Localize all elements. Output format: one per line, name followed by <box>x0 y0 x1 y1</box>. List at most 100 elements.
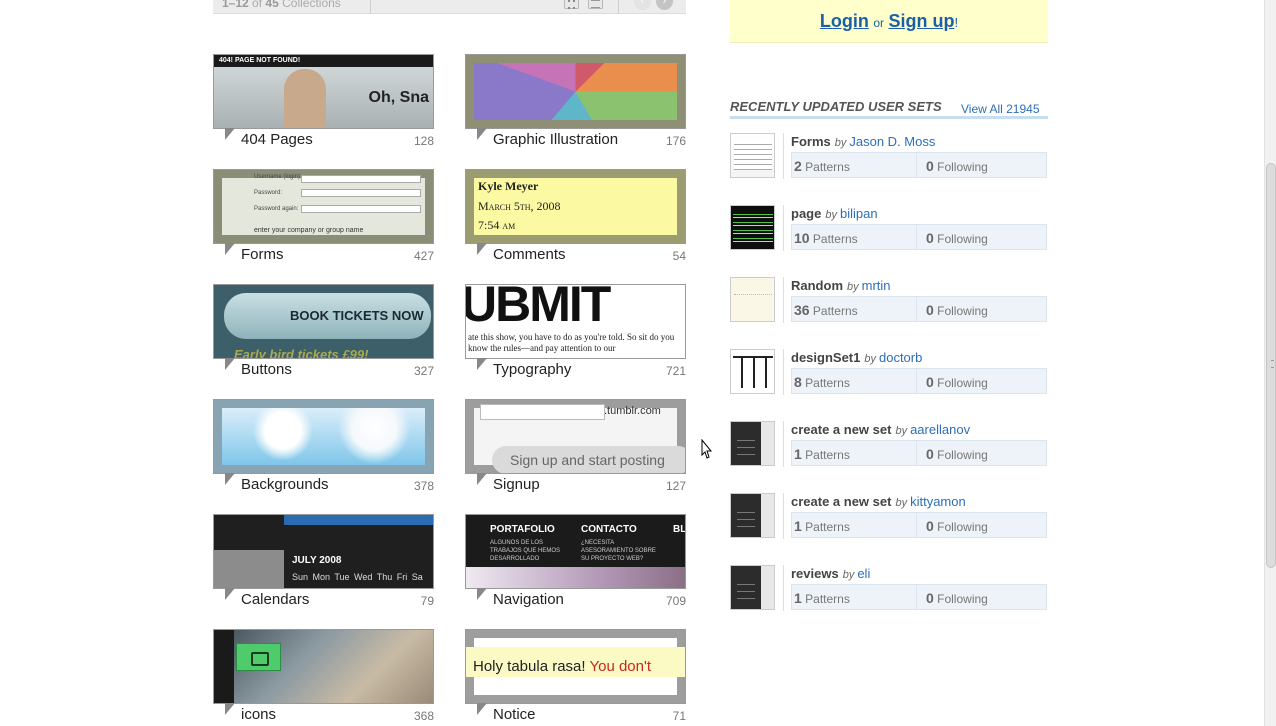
scrollbar-thumb[interactable] <box>1266 163 1276 568</box>
set-thumbnail[interactable] <box>730 205 775 250</box>
login-link[interactable]: Login <box>820 11 869 31</box>
collection-count: 79 <box>420 594 434 608</box>
collection-thumbnail[interactable]: PORTAFOLIO CONTACTO BL ALGUNOS DE LOS TR… <box>465 514 686 589</box>
total-text: 45 <box>265 0 279 10</box>
collection-label[interactable]: Backgrounds <box>241 476 329 493</box>
collection-thumbnail[interactable]: Kyle Meyer March 5th, 2008 7:54 am <box>465 169 686 244</box>
set-divider <box>783 349 784 395</box>
collection-card-backgrounds[interactable]: Backgrounds 378 <box>213 399 434 494</box>
patterns-stat[interactable]: 36 Patterns <box>794 302 858 318</box>
set-name-link[interactable]: Forms <box>791 134 831 149</box>
collection-label[interactable]: Navigation <box>493 591 564 608</box>
set-thumbnail[interactable] <box>730 349 775 394</box>
user-set-item[interactable]: reviews by eli 1 Patterns 0 Following <box>730 565 1048 611</box>
set-thumbnail[interactable] <box>730 421 775 466</box>
set-thumbnail[interactable] <box>730 493 775 538</box>
collection-card-graphic-illustration[interactable]: Graphic Illustration 176 <box>465 54 686 149</box>
patterns-stat[interactable]: 10 Patterns <box>794 230 858 246</box>
patterns-count: 1 <box>794 446 802 462</box>
thumb-text: Password again: <box>254 206 299 212</box>
user-set-item[interactable]: designSet1 by doctorb 8 Patterns 0 Followi… <box>730 349 1048 395</box>
collection-label[interactable]: Comments <box>493 246 566 263</box>
set-name-link[interactable]: Random <box>791 278 843 293</box>
following-label: Following <box>937 232 988 246</box>
set-author-link[interactable]: doctorb <box>879 350 922 365</box>
chevron-right-icon[interactable]: › <box>656 0 673 10</box>
chevron-left-icon[interactable]: ‹ <box>634 0 651 10</box>
speech-tail-icon <box>477 243 487 255</box>
patterns-stat[interactable]: 2 Patterns <box>794 158 850 174</box>
set-thumbnail[interactable] <box>730 277 775 322</box>
collection-card-icons[interactable]: icons 368 <box>213 629 434 724</box>
following-stat[interactable]: 0 Following <box>926 158 988 174</box>
collection-label[interactable]: Forms <box>241 246 284 263</box>
user-set-item[interactable]: create a new set by kittyamon 1 Patterns 0… <box>730 493 1048 539</box>
collection-thumbnail[interactable] <box>213 629 434 704</box>
collection-label[interactable]: Notice <box>493 706 536 723</box>
collection-thumbnail[interactable]: 404! PAGE NOT FOUND! Oh, Sna <box>213 54 434 129</box>
collection-thumbnail[interactable]: .tumblr.com Sign up and start posting <box>465 399 686 474</box>
collection-label[interactable]: Buttons <box>241 361 292 378</box>
set-name-link[interactable]: create a new set <box>791 422 891 437</box>
collection-label[interactable]: Typography <box>493 361 571 378</box>
collection-label[interactable]: Signup <box>493 476 540 493</box>
set-name-link[interactable]: page <box>791 206 821 221</box>
patterns-stat[interactable]: 1 Patterns <box>794 590 850 606</box>
grid-view-icon[interactable] <box>564 0 579 9</box>
following-stat[interactable]: 0 Following <box>926 302 988 318</box>
set-author-link[interactable]: mrtin <box>862 278 891 293</box>
following-stat[interactable]: 0 Following <box>926 518 988 534</box>
collection-card-calendars[interactable]: JULY 2008 Sun Mon Tue Wed Thu Fri Sa Cal… <box>213 514 434 609</box>
set-name-link[interactable]: designSet1 <box>791 350 860 365</box>
set-thumbnail[interactable] <box>730 565 775 610</box>
following-stat[interactable]: 0 Following <box>926 446 988 462</box>
collection-thumbnail[interactable]: UBMIT ate this show, you have to do as y… <box>465 284 686 359</box>
list-view-icon[interactable] <box>588 0 603 9</box>
collection-card-forms[interactable]: Username (login): Password: Password aga… <box>213 169 434 264</box>
following-stat[interactable]: 0 Following <box>926 590 988 606</box>
collection-count: 128 <box>413 134 434 148</box>
collection-thumbnail[interactable]: JULY 2008 Sun Mon Tue Wed Thu Fri Sa <box>213 514 434 589</box>
collections-count: 1–12 of 45 Collections <box>222 0 341 10</box>
exclamation-text: ! <box>954 15 959 30</box>
signup-link[interactable]: Sign up <box>888 11 954 31</box>
collection-thumbnail[interactable]: BOOK TICKETS NOW Early bird tickets £99! <box>213 284 434 359</box>
collection-label[interactable]: 404 Pages <box>241 131 313 148</box>
set-author-link[interactable]: aarellanov <box>910 422 970 437</box>
set-author-link[interactable]: Jason D. Moss <box>849 134 935 149</box>
set-author-link[interactable]: bilipan <box>840 206 878 221</box>
collection-card-comments[interactable]: Kyle Meyer March 5th, 2008 7:54 am Comme… <box>465 169 686 264</box>
user-set-item[interactable]: Forms by Jason D. Moss 2 Patterns 0 Follow… <box>730 133 1048 179</box>
collection-thumbnail[interactable]: Holy tabula rasa! You don't <box>465 629 686 704</box>
user-set-item[interactable]: create a new set by aarellanov 1 Patterns … <box>730 421 1048 467</box>
following-label: Following <box>937 160 988 174</box>
collection-thumbnail[interactable] <box>213 399 434 474</box>
collection-card-buttons[interactable]: BOOK TICKETS NOW Early bird tickets £99!… <box>213 284 434 379</box>
toolbar-divider <box>618 0 619 14</box>
patterns-stat[interactable]: 1 Patterns <box>794 446 850 462</box>
collection-label[interactable]: Graphic Illustration <box>493 131 618 148</box>
vertical-scrollbar[interactable] <box>1264 0 1276 726</box>
collection-card-signup[interactable]: .tumblr.com Sign up and start posting Si… <box>465 399 686 494</box>
set-name-link[interactable]: reviews <box>791 566 839 581</box>
set-author-link[interactable]: eli <box>857 566 870 581</box>
collection-card-404-pages[interactable]: 404! PAGE NOT FOUND! Oh, Sna 404 Pages 1… <box>213 54 434 149</box>
user-set-item[interactable]: page by bilipan 10 Patterns 0 Following <box>730 205 1048 251</box>
patterns-stat[interactable]: 1 Patterns <box>794 518 850 534</box>
collection-label[interactable]: icons <box>241 706 276 723</box>
view-all-link[interactable]: View All 21945 <box>961 102 1040 116</box>
set-name-link[interactable]: create a new set <box>791 494 891 509</box>
collection-thumbnail[interactable]: Username (login): Password: Password aga… <box>213 169 434 244</box>
collection-card-notice[interactable]: Holy tabula rasa! You don't Notice 71 <box>465 629 686 724</box>
following-stat[interactable]: 0 Following <box>926 230 988 246</box>
collection-label[interactable]: Calendars <box>241 591 309 608</box>
set-author-link[interactable]: kittyamon <box>910 494 966 509</box>
following-stat[interactable]: 0 Following <box>926 374 988 390</box>
user-set-item[interactable]: Random by mrtin 36 Patterns 0 Following <box>730 277 1048 323</box>
collection-card-navigation[interactable]: PORTAFOLIO CONTACTO BL ALGUNOS DE LOS TR… <box>465 514 686 609</box>
thumb-text: JULY 2008 <box>292 555 342 566</box>
collection-card-typography[interactable]: UBMIT ate this show, you have to do as y… <box>465 284 686 379</box>
collection-thumbnail[interactable] <box>465 54 686 129</box>
set-thumbnail[interactable] <box>730 133 775 178</box>
patterns-stat[interactable]: 8 Patterns <box>794 374 850 390</box>
